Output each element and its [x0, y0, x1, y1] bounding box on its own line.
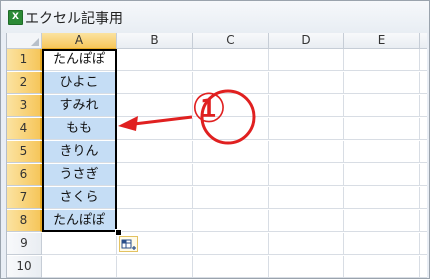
cell-c6[interactable] [193, 164, 269, 186]
column-header-b[interactable]: B [117, 33, 193, 49]
cell-c7[interactable] [193, 187, 269, 209]
cell-f10[interactable] [420, 256, 427, 278]
cell-d1[interactable] [269, 49, 344, 71]
cell-c9[interactable] [193, 233, 269, 255]
cell-b6[interactable] [117, 164, 193, 186]
cell-f9[interactable] [420, 233, 427, 255]
cell-d7[interactable] [269, 187, 344, 209]
cell-b7[interactable] [117, 187, 193, 209]
fill-handle[interactable] [115, 229, 122, 236]
cell-f1[interactable] [420, 49, 427, 71]
cell-d5[interactable] [269, 141, 344, 163]
cell-d4[interactable] [269, 118, 344, 140]
row-header-4[interactable]: 4 [7, 118, 42, 140]
row-header-10[interactable]: 10 [7, 256, 42, 278]
cell-d10[interactable] [269, 256, 344, 278]
column-header-f-partial[interactable] [420, 33, 427, 49]
cell-e2[interactable] [344, 72, 420, 94]
cell-e5[interactable] [344, 141, 420, 163]
cell-b5[interactable] [117, 141, 193, 163]
cell-e7[interactable] [344, 187, 420, 209]
row-header-1[interactable]: 1 [7, 49, 42, 71]
cell-f3[interactable] [420, 95, 427, 117]
cell-f8[interactable] [420, 210, 427, 232]
cell-c10[interactable] [193, 256, 269, 278]
cell-e1[interactable] [344, 49, 420, 71]
autofill-options-icon [121, 239, 136, 250]
cell-d9[interactable] [269, 233, 344, 255]
cell-e9[interactable] [344, 233, 420, 255]
row-header-8[interactable]: 8 [7, 210, 42, 232]
cell-a9[interactable] [42, 233, 117, 255]
cell-d2[interactable] [269, 72, 344, 94]
column-header-a[interactable]: A [42, 33, 117, 50]
row-header-3[interactable]: 3 [7, 95, 42, 117]
cell-f2[interactable] [420, 72, 427, 94]
cell-d3[interactable] [269, 95, 344, 117]
cell-e8[interactable] [344, 210, 420, 232]
cell-e6[interactable] [344, 164, 420, 186]
cell-b8[interactable] [117, 210, 193, 232]
cell-d6[interactable] [269, 164, 344, 186]
select-all-triangle-icon [31, 38, 39, 46]
column-header-d[interactable]: D [269, 33, 344, 49]
cell-b10[interactable] [117, 256, 193, 278]
cell-e4[interactable] [344, 118, 420, 140]
window-title: エクセル記事用 [25, 11, 123, 27]
cell-f5[interactable] [420, 141, 427, 163]
row-header-6[interactable]: 6 [7, 164, 42, 186]
cell-d8[interactable] [269, 210, 344, 232]
cell-b1[interactable] [117, 49, 193, 71]
cell-f7[interactable] [420, 187, 427, 209]
autofill-options-button[interactable] [119, 236, 138, 252]
annotation-label: ① [191, 86, 227, 132]
row-header-2[interactable]: 2 [7, 72, 42, 94]
cell-a10[interactable] [42, 256, 117, 278]
column-header-c[interactable]: C [193, 33, 269, 49]
row-header-7[interactable]: 7 [7, 187, 42, 209]
cell-f4[interactable] [420, 118, 427, 140]
cell-b3[interactable] [117, 95, 193, 117]
cell-b4[interactable] [117, 118, 193, 140]
excel-app-icon: X [8, 10, 23, 25]
cell-c8[interactable] [193, 210, 269, 232]
row-header-5[interactable]: 5 [7, 141, 42, 163]
cell-f6[interactable] [420, 164, 427, 186]
excel-window: X エクセル記事用 A B C D E 1 2 3 4 5 6 7 8 9 10… [0, 0, 430, 279]
cell-e3[interactable] [344, 95, 420, 117]
cell-b2[interactable] [117, 72, 193, 94]
title-bar: X エクセル記事用 [1, 1, 429, 33]
row-header-9[interactable]: 9 [7, 233, 42, 255]
cell-c5[interactable] [193, 141, 269, 163]
column-header-e[interactable]: E [344, 33, 420, 49]
select-all-button[interactable] [7, 33, 42, 49]
cell-e10[interactable] [344, 256, 420, 278]
cell-c1[interactable] [193, 49, 269, 71]
selection-border [42, 49, 117, 232]
spreadsheet-grid: A B C D E 1 2 3 4 5 6 7 8 9 10 たんぽぽ ひよこ … [6, 33, 427, 278]
